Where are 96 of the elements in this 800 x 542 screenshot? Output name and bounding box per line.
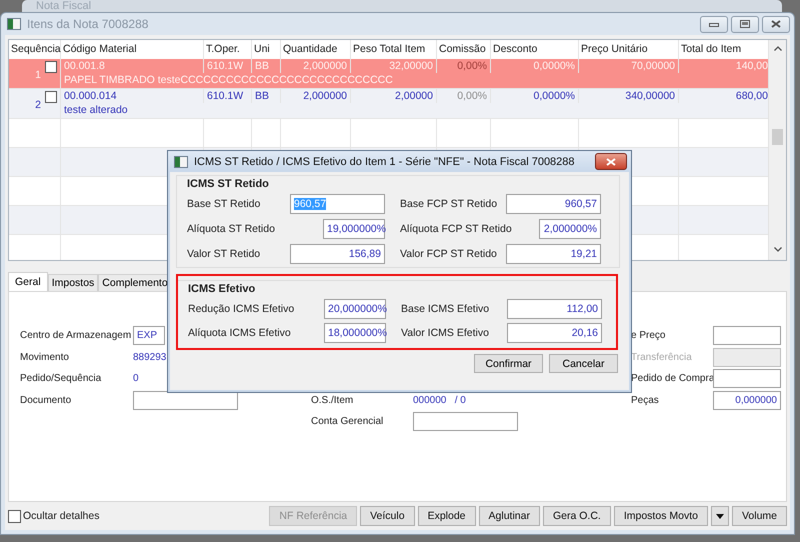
field-label: Valor ICMS Efetivo [401, 327, 489, 339]
group-title: ICMS ST Retido [187, 178, 270, 190]
scroll-up-icon[interactable] [774, 46, 782, 51]
input-field[interactable]: EXP [133, 326, 165, 346]
field-label: Pedido/Sequência [20, 373, 102, 384]
field-label: Peças [631, 394, 660, 406]
table-cell: 610.1W [207, 60, 244, 72]
field-label: Base ICMS Efetivo [401, 303, 490, 315]
field-label: Valor ST Retido [187, 248, 260, 260]
table-cell: 0,00% [457, 60, 487, 72]
scrollbar[interactable] [768, 40, 786, 260]
field-label: Base FCP ST Retido [400, 198, 498, 210]
table-cell: 680,00 [736, 90, 768, 102]
input-field[interactable]: 18,000000% [324, 323, 386, 343]
input-field[interactable]: 0,000000 [713, 390, 781, 410]
table-cell: 340,00000 [625, 90, 675, 102]
button: NF Referência [269, 506, 358, 526]
item-description: PAPEL TIMBRADO testeCCCCCCCCCCCCCCCCCCCCCCCCCCCC [64, 74, 393, 86]
input-field[interactable]: 19,000000% [323, 219, 385, 239]
close-icon [771, 20, 781, 28]
item-description: teste alterado [64, 104, 128, 116]
window-icon [174, 156, 188, 168]
maximize-button[interactable] [731, 16, 759, 32]
field-value: 889293 [133, 352, 168, 363]
checkbox[interactable] [45, 61, 57, 73]
button[interactable]: Veículo [360, 506, 415, 526]
dialog-title: ICMS ST Retido / ICMS Efetivo do Item 1 - Série "NFE" - Nota Fiscal 7008288 [194, 156, 576, 168]
field-label: Alíquota FCP ST Retido [400, 223, 512, 235]
table-cell: 32,00000 [389, 60, 433, 72]
field-label: Alíquota ST Retido [187, 223, 275, 235]
scroll-down-icon[interactable] [774, 247, 782, 252]
button[interactable]: Confirmar [474, 354, 543, 373]
checkbox[interactable] [45, 91, 57, 103]
input-field[interactable]: 960,57 [506, 194, 601, 214]
button[interactable]: Impostos Movto [614, 506, 708, 526]
input-field[interactable]: 20,000000% [324, 299, 386, 319]
input-field[interactable] [713, 369, 781, 388]
table-cell: 00.000.014 [64, 90, 117, 102]
field-label: Redução ICMS Efetivo [188, 303, 294, 315]
checkbox[interactable] [8, 510, 21, 522]
tab[interactable]: Geral [8, 272, 48, 291]
field-value: 0 [133, 373, 140, 384]
table-cell: BB [255, 60, 270, 72]
minimize-button[interactable] [700, 16, 728, 32]
input-field[interactable]: 19,21 [506, 244, 601, 264]
tab[interactable]: Impostos [48, 274, 98, 291]
input-field[interactable]: 156,89 [290, 244, 385, 264]
field-label: Documento [20, 394, 72, 406]
button[interactable]: Explode [418, 506, 476, 526]
table-cell: 140,00 [736, 60, 768, 72]
window-title: Nota Fiscal [36, 1, 92, 12]
field-value: 000000 / 0 [413, 394, 467, 406]
table-cell: 0,00% [457, 90, 487, 102]
input-field[interactable]: 20,16 [507, 323, 602, 343]
row-number: 2 [35, 98, 41, 110]
caret-icon [716, 514, 724, 518]
group-title: ICMS Efetivo [188, 283, 256, 295]
table-cell: 0,0000% [534, 90, 575, 102]
field-label: Transferência [631, 352, 693, 363]
input-field[interactable]: 112,00 [507, 299, 602, 319]
field-label: Movimento [20, 352, 70, 363]
scrollbar-thumb[interactable] [772, 129, 784, 145]
button[interactable]: Volume [732, 506, 787, 526]
button[interactable]: Aglutinar [478, 506, 540, 526]
table-cell: 00.001.8 [64, 60, 105, 72]
table-cell: 0,0000% [534, 60, 575, 72]
window-icon [7, 18, 21, 30]
checkbox-label[interactable]: Ocultar detalhes [23, 510, 100, 522]
close-button[interactable] [595, 153, 627, 170]
table-cell: 2,000000 [303, 60, 347, 72]
window-title: Itens da Nota 7008288 [27, 17, 150, 31]
input-field[interactable] [713, 326, 781, 346]
input-field[interactable]: 2,000000% [539, 219, 601, 239]
dropdown-button[interactable] [710, 506, 729, 526]
field-label: Pedido de Compra [631, 373, 713, 384]
table-cell: BB [255, 90, 270, 102]
table-cell: 610.1W [207, 90, 244, 102]
field-label: Centro de Armazenagem [20, 330, 132, 342]
table-cell: 2,00000 [395, 90, 433, 102]
table-cell: 70,00000 [631, 60, 675, 72]
row-number: 1 [35, 68, 41, 80]
field-label: O.S./Item [311, 394, 354, 406]
field-label: Base ST Retido [187, 198, 260, 210]
close-button[interactable] [762, 16, 790, 32]
input-field [713, 348, 781, 367]
button[interactable]: Cancelar [549, 354, 618, 373]
table-cell: 2,000000 [303, 90, 347, 102]
minimize-icon [709, 21, 719, 27]
field-label: Valor FCP ST Retido [400, 248, 497, 260]
button[interactable]: Gera O.C. [542, 506, 611, 526]
field-label: Conta Gerencial [311, 416, 384, 428]
close-icon [606, 158, 616, 166]
table-row[interactable]: 2 00.000.014 610.1W BB 2,000000 2,00000 0,00% 0,0000% 340,00000 680,00 teste alterado [9, 89, 768, 119]
input-field[interactable] [413, 412, 518, 432]
maximize-icon [740, 20, 750, 28]
field-label: Alíquota ICMS Efetivo [188, 327, 291, 339]
